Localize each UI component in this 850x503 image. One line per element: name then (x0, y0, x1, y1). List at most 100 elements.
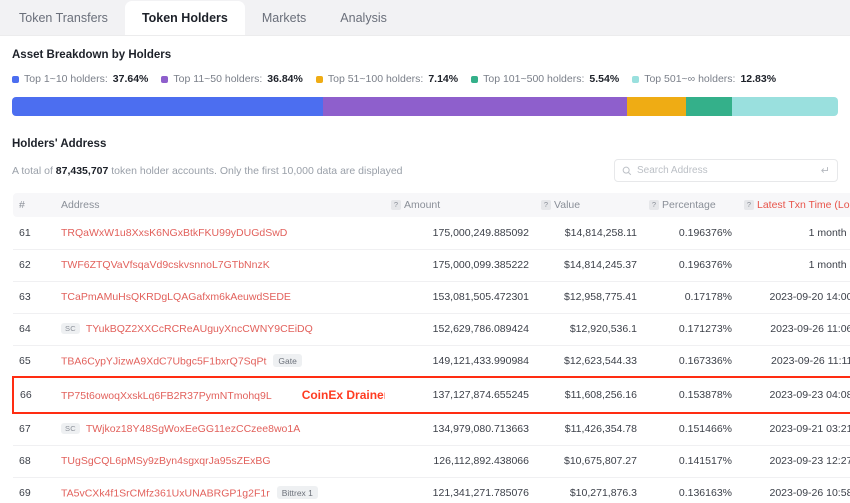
col-header-value[interactable]: ?Value (535, 193, 643, 217)
row-value: $14,814,258.11 (535, 217, 643, 249)
row-address-cell: TWF6ZTQVaVfsqaVd9cskvsnnoL7GTbNnzK (55, 249, 385, 281)
col-header-latest-txn-time[interactable]: ?Latest Txn Time (Local) (738, 193, 850, 217)
row-index: 63 (13, 281, 55, 313)
legend-color-dot (471, 76, 478, 83)
asset-breakdown-title: Asset Breakdown by Holders (12, 36, 838, 61)
exchange-tag-badge[interactable]: Gate (273, 354, 301, 367)
row-address-cell: SC TWjkoz18Y48SgWoxEeGG11ezCCzee8wo1A (55, 413, 385, 445)
row-latest-txn-time: 2023-09-26 11:11:27 (738, 345, 850, 377)
holders-address-title: Holders' Address (12, 116, 838, 150)
row-amount: 134,979,080.713663 (385, 413, 535, 445)
legend-item-1: Top 1~10 holders:37.64% (12, 73, 148, 85)
legend-label: Top 501~∞ holders: (644, 73, 735, 85)
row-index: 68 (13, 445, 55, 477)
row-value: $10,271,876.3 (535, 477, 643, 503)
legend-label: Top 11~50 holders: (173, 73, 262, 85)
row-latest-txn-time: 2023-09-26 10:58:06 (738, 477, 850, 503)
search-icon (622, 166, 632, 176)
row-index: 65 (13, 345, 55, 377)
row-percentage: 0.167336% (643, 345, 738, 377)
legend-item-3: Top 51~100 holders:7.14% (316, 73, 458, 85)
table-row: 62 TWF6ZTQVaVfsqaVd9cskvsnnoL7GTbNnzK 175,… (13, 249, 850, 281)
address-link[interactable]: TWF6ZTQVaVfsqaVd9cskvsnnoL7GTbNnzK (61, 259, 270, 271)
bar-segment-5 (732, 97, 838, 116)
address-link[interactable]: TUgSgCQL6pMSy9zByn4sgxqrJa95sZExBG (61, 455, 271, 467)
tab-token-holders[interactable]: Token Holders (125, 1, 245, 35)
smart-contract-badge: SC (61, 323, 80, 334)
row-amount: 175,000,099.385222 (385, 249, 535, 281)
row-amount: 152,629,786.089424 (385, 313, 535, 345)
legend-label: Top 101~500 holders: (483, 73, 584, 85)
legend-item-4: Top 101~500 holders: 5.54% (471, 73, 619, 85)
legend-item-2: Top 11~50 holders: 36.84% (161, 73, 302, 85)
row-value: $10,675,807.27 (535, 445, 643, 477)
total-count: 87,435,707 (56, 165, 109, 177)
row-address-cell: TRQaWxW1u8XxsK6NGxBtkFKU99yDUGdSwD (55, 217, 385, 249)
row-amount: 126,112,892.438066 (385, 445, 535, 477)
help-icon-time[interactable]: ? (744, 200, 754, 210)
row-amount: 153,081,505.472301 (385, 281, 535, 313)
row-amount: 149,121,433.990984 (385, 345, 535, 377)
tab-analysis[interactable]: Analysis (323, 1, 404, 35)
row-address-cell: TUgSgCQL6pMSy9zByn4sgxqrJa95sZExBG (55, 445, 385, 477)
col-header-value-label: Value (554, 199, 580, 211)
legend-value: 12.83% (740, 73, 776, 85)
col-header-index: # (13, 193, 55, 217)
row-percentage: 0.136163% (643, 477, 738, 503)
row-amount: 137,127,874.655245 (385, 377, 535, 413)
table-header-row: # Address ?Amount ?Value ?Percentage ?La… (13, 193, 850, 217)
row-latest-txn-time: 2023-09-23 04:08:33 (738, 377, 850, 413)
legend-value: 37.64% (113, 73, 149, 85)
row-address-cell: TA5vCXk4f1SrCMfz361UxUNABRGP1g2F1r Bittre… (55, 477, 385, 503)
address-link[interactable]: TA5vCXk4f1SrCMfz361UxUNABRGP1g2F1r (61, 488, 270, 500)
legend-value: 5.54% (589, 73, 619, 85)
legend-label: Top 51~100 holders: (328, 73, 423, 85)
table-row: 67SCTWjkoz18Y48SgWoxEeGG11ezCCzee8wo1A13… (13, 413, 850, 445)
help-icon-percentage[interactable]: ? (649, 200, 659, 210)
row-latest-txn-time: 1 month ago (738, 217, 850, 249)
row-index: 64 (13, 313, 55, 345)
row-latest-txn-time: 2023-09-26 11:06:15 (738, 313, 850, 345)
row-latest-txn-time: 2023-09-21 03:21:24 (738, 413, 850, 445)
address-link[interactable]: TRQaWxW1u8XxsK6NGxBtkFKU99yDUGdSwD (61, 227, 287, 239)
row-value: $12,958,775.41 (535, 281, 643, 313)
row-percentage: 0.153878% (643, 377, 738, 413)
address-link[interactable]: TYukBQZ2XXCcRCReAUguyXncCWNY9CEiDQ (86, 323, 313, 335)
row-percentage: 0.17178% (643, 281, 738, 313)
holder-breakdown-legend: Top 1~10 holders:37.64% Top 11~50 holders… (12, 61, 838, 85)
table-row: 63 TCaPmAMuHsQKRDgLQAGafxm6kAeuwdSEDE 153,… (13, 281, 850, 313)
legend-item-5: Top 501~∞ holders: 12.83% (632, 73, 776, 85)
total-prefix: A total of (12, 165, 56, 177)
col-header-amount[interactable]: ?Amount (385, 193, 535, 217)
smart-contract-badge: SC (61, 423, 80, 434)
help-icon-value[interactable]: ? (541, 200, 551, 210)
table-row: 66TP75t6owoqXxskLq6FB2R37PymNTmohq9LCoin… (13, 377, 850, 413)
row-value: $11,426,354.78 (535, 413, 643, 445)
bar-segment-4 (686, 97, 732, 116)
table-row: 61TRQaWxW1u8XxsK6NGxBtkFKU99yDUGdSwD175,… (13, 217, 850, 249)
search-address-box[interactable]: ↵ (614, 159, 838, 182)
address-link[interactable]: TP75t6owoqXxskLq6FB2R37PymNTmohq9L (61, 390, 272, 402)
col-header-address: Address (55, 193, 385, 217)
help-icon-amount[interactable]: ? (391, 200, 401, 210)
row-value: $14,814,245.37 (535, 249, 643, 281)
tab-markets[interactable]: Markets (245, 1, 323, 35)
address-link[interactable]: TBA6CypYJizwA9XdC7Ubgc5F1bxrQ7SqPt (61, 356, 266, 368)
holders-summary-row: A total of 87,435,707 token holder accou… (12, 150, 838, 182)
search-input[interactable] (637, 165, 816, 176)
col-header-percentage[interactable]: ?Percentage (643, 193, 738, 217)
row-index: 62 (13, 249, 55, 281)
table-header: # Address ?Amount ?Value ?Percentage ?La… (13, 193, 850, 217)
col-header-percentage-label: Percentage (662, 199, 716, 211)
row-value: $12,920,536.1 (535, 313, 643, 345)
enter-key-icon[interactable]: ↵ (821, 164, 830, 177)
legend-value: 36.84% (267, 73, 303, 85)
row-address-cell: TP75t6owoqXxskLq6FB2R37PymNTmohq9LCoinEx… (55, 377, 385, 413)
tab-bar: Token TransfersToken HoldersMarketsAnaly… (0, 0, 850, 36)
address-link[interactable]: TCaPmAMuHsQKRDgLQAGafxm6kAeuwdSEDE (61, 291, 291, 303)
tab-token-transfers[interactable]: Token Transfers (2, 1, 125, 35)
address-link[interactable]: TWjkoz18Y48SgWoxEeGG11ezCCzee8wo1A (86, 423, 300, 435)
exchange-tag-badge[interactable]: Bittrex 1 (277, 486, 318, 499)
total-suffix: token holder accounts. Only the first 10… (108, 165, 402, 177)
row-percentage: 0.196376% (643, 217, 738, 249)
